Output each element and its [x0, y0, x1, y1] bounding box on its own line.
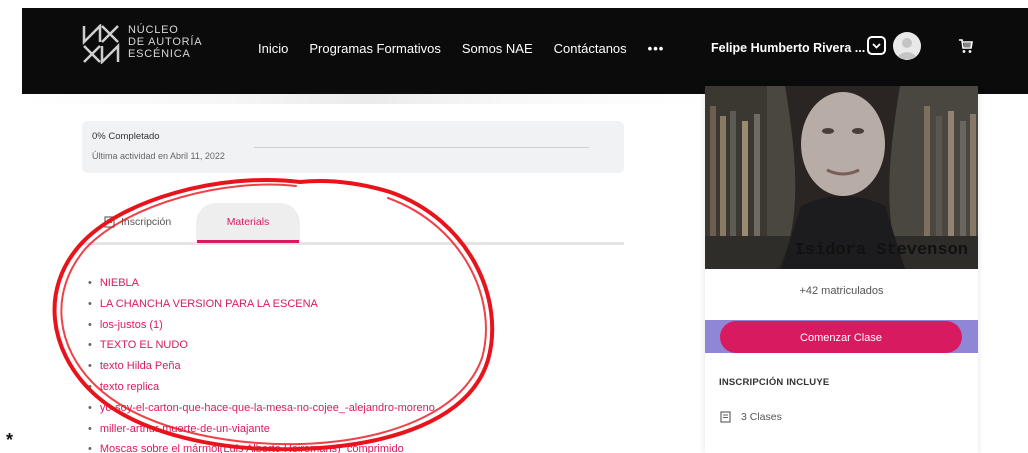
page: * NÚCLEO DE AUTORÍA ESCÉNICA Inicio Prog… — [0, 0, 1028, 453]
hand-drawn-annotation-circle — [52, 177, 495, 452]
